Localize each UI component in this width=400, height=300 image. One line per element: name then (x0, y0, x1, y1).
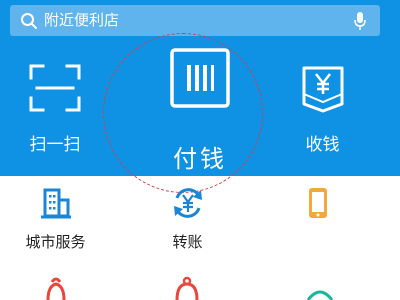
scan-icon (29, 64, 81, 112)
scan-button[interactable]: 扫一扫 (0, 44, 110, 174)
search-icon (21, 13, 37, 29)
cropped-orange-icon (46, 277, 66, 300)
search-bar[interactable]: 附近便利店 (10, 5, 380, 36)
receive-label: 收钱 (305, 135, 340, 155)
pay-label: 付钱 (173, 145, 227, 173)
yen-envelope-icon (302, 66, 343, 113)
city-building-icon (40, 188, 71, 219)
grid-item-phone-recharge[interactable] (260, 176, 375, 256)
search-placeholder: 附近便利店 (44, 11, 120, 29)
receive-button[interactable]: 收钱 (265, 44, 380, 174)
cropped-teal-icon (306, 290, 334, 300)
grid-item-city-services[interactable]: 城市服务 (0, 176, 113, 256)
phone-icon (308, 188, 327, 218)
yen-transfer-icon (173, 188, 202, 218)
pay-button[interactable]: 付钱 (133, 44, 267, 174)
grid-item-transfer[interactable]: 转账 (130, 176, 245, 256)
microphone-icon[interactable] (354, 12, 366, 30)
cropped-red-icon (175, 276, 199, 300)
barcode-icon (170, 48, 230, 108)
scan-label: 扫一扫 (29, 135, 81, 155)
city-services-label: 城市服务 (25, 233, 86, 251)
transfer-label: 转账 (172, 233, 203, 251)
header-panel: 附近便利店 扫一扫 付钱 收钱 (0, 0, 400, 176)
